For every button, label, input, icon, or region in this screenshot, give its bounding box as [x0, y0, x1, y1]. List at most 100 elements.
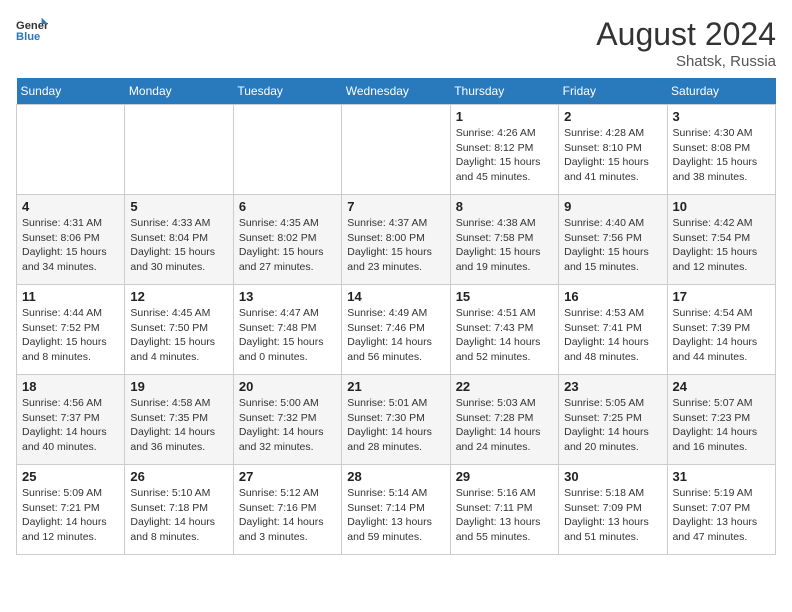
weekday-header-tuesday: Tuesday — [233, 78, 341, 105]
calendar-cell: 4 Sunrise: 4:31 AM Sunset: 8:06 PM Daylig… — [17, 195, 125, 285]
day-info: Sunrise: 4:28 AM Sunset: 8:10 PM Dayligh… — [564, 126, 661, 185]
day-info: Sunrise: 5:03 AM Sunset: 7:28 PM Dayligh… — [456, 396, 553, 455]
calendar-cell: 11 Sunrise: 4:44 AM Sunset: 7:52 PM Dayli… — [17, 285, 125, 375]
day-number: 12 — [130, 289, 227, 304]
calendar-cell — [125, 105, 233, 195]
day-info: Sunrise: 4:51 AM Sunset: 7:43 PM Dayligh… — [456, 306, 553, 365]
day-number: 26 — [130, 469, 227, 484]
calendar-cell: 26Sunrise: 5:10 AM Sunset: 7:18 PM Dayli… — [125, 465, 233, 555]
day-info: Sunrise: 4:26 AM Sunset: 8:12 PM Dayligh… — [456, 126, 553, 185]
day-info: Sunrise: 5:09 AM Sunset: 7:21 PM Dayligh… — [22, 486, 119, 545]
day-number: 11 — [22, 289, 119, 304]
day-info: Sunrise: 4:44 AM Sunset: 7:52 PM Dayligh… — [22, 306, 119, 365]
calendar-cell: 5 Sunrise: 4:33 AM Sunset: 8:04 PM Daylig… — [125, 195, 233, 285]
calendar-cell: 25 Sunrise: 5:09 AM Sunset: 7:21 PM Dayli… — [17, 465, 125, 555]
day-number: 4 — [22, 199, 119, 214]
day-info: Sunrise: 4:35 AM Sunset: 8:02 PM Dayligh… — [239, 216, 336, 275]
day-number: 1 — [456, 109, 553, 124]
day-number: 18 — [22, 379, 119, 394]
day-info: Sunrise: 4:58 AM Sunset: 7:35 PM Dayligh… — [130, 396, 227, 455]
calendar-cell — [342, 105, 450, 195]
day-number: 14 — [347, 289, 444, 304]
day-info: Sunrise: 4:38 AM Sunset: 7:58 PM Dayligh… — [456, 216, 553, 275]
day-number: 17 — [673, 289, 770, 304]
svg-text:Blue: Blue — [16, 31, 40, 43]
day-number: 19 — [130, 379, 227, 394]
day-info: Sunrise: 5:01 AM Sunset: 7:30 PM Dayligh… — [347, 396, 444, 455]
day-info: Sunrise: 5:07 AM Sunset: 7:23 PM Dayligh… — [673, 396, 770, 455]
day-info: Sunrise: 5:16 AM Sunset: 7:11 PM Dayligh… — [456, 486, 553, 545]
day-number: 30 — [564, 469, 661, 484]
weekday-header-sunday: Sunday — [17, 78, 125, 105]
day-info: Sunrise: 5:05 AM Sunset: 7:25 PM Dayligh… — [564, 396, 661, 455]
day-number: 31 — [673, 469, 770, 484]
day-info: Sunrise: 4:30 AM Sunset: 8:08 PM Dayligh… — [673, 126, 770, 185]
weekday-header-friday: Friday — [559, 78, 667, 105]
page-header: General Blue August 2024 Shatsk, Russia — [16, 16, 776, 70]
calendar-cell — [233, 105, 341, 195]
calendar-cell: 13 Sunrise: 4:47 AM Sunset: 7:48 PM Dayli… — [233, 285, 341, 375]
calendar-cell: 21 Sunrise: 5:01 AM Sunset: 7:30 PM Dayli… — [342, 375, 450, 465]
calendar-cell: 24Sunrise: 5:07 AM Sunset: 7:23 PM Dayli… — [667, 375, 775, 465]
weekday-header-saturday: Saturday — [667, 78, 775, 105]
day-number: 10 — [673, 199, 770, 214]
calendar-cell: 14 Sunrise: 4:49 AM Sunset: 7:46 PM Dayli… — [342, 285, 450, 375]
calendar-cell: 20 Sunrise: 5:00 AM Sunset: 7:32 PM Dayli… — [233, 375, 341, 465]
calendar-cell: 12 Sunrise: 4:45 AM Sunset: 7:50 PM Dayli… — [125, 285, 233, 375]
day-number: 13 — [239, 289, 336, 304]
day-number: 20 — [239, 379, 336, 394]
day-number: 3 — [673, 109, 770, 124]
day-info: Sunrise: 4:45 AM Sunset: 7:50 PM Dayligh… — [130, 306, 227, 365]
calendar-cell: 17Sunrise: 4:54 AM Sunset: 7:39 PM Dayli… — [667, 285, 775, 375]
week-row-5: 25 Sunrise: 5:09 AM Sunset: 7:21 PM Dayli… — [17, 465, 776, 555]
logo-icon: General Blue — [16, 16, 48, 44]
calendar-cell: 16 Sunrise: 4:53 AM Sunset: 7:41 PM Dayli… — [559, 285, 667, 375]
calendar-cell: 29 Sunrise: 5:16 AM Sunset: 7:11 PM Dayli… — [450, 465, 558, 555]
logo: General Blue — [16, 16, 48, 44]
calendar-cell: 10 Sunrise: 4:42 AM Sunset: 7:54 PM Dayli… — [667, 195, 775, 285]
weekday-header-monday: Monday — [125, 78, 233, 105]
day-info: Sunrise: 5:00 AM Sunset: 7:32 PM Dayligh… — [239, 396, 336, 455]
day-info: Sunrise: 5:18 AM Sunset: 7:09 PM Dayligh… — [564, 486, 661, 545]
day-number: 27 — [239, 469, 336, 484]
day-number: 9 — [564, 199, 661, 214]
day-info: Sunrise: 4:37 AM Sunset: 8:00 PM Dayligh… — [347, 216, 444, 275]
calendar-cell: 27Sunrise: 5:12 AM Sunset: 7:16 PM Dayli… — [233, 465, 341, 555]
day-number: 29 — [456, 469, 553, 484]
week-row-2: 4 Sunrise: 4:31 AM Sunset: 8:06 PM Daylig… — [17, 195, 776, 285]
calendar-cell: 22 Sunrise: 5:03 AM Sunset: 7:28 PM Dayli… — [450, 375, 558, 465]
weekday-header-wednesday: Wednesday — [342, 78, 450, 105]
day-number: 23 — [564, 379, 661, 394]
day-number: 7 — [347, 199, 444, 214]
location: Shatsk, Russia — [596, 53, 776, 70]
calendar-cell: 28Sunrise: 5:14 AM Sunset: 7:14 PM Dayli… — [342, 465, 450, 555]
day-info: Sunrise: 4:33 AM Sunset: 8:04 PM Dayligh… — [130, 216, 227, 275]
calendar-cell: 23 Sunrise: 5:05 AM Sunset: 7:25 PM Dayli… — [559, 375, 667, 465]
day-info: Sunrise: 4:56 AM Sunset: 7:37 PM Dayligh… — [22, 396, 119, 455]
calendar-cell: 30 Sunrise: 5:18 AM Sunset: 7:09 PM Dayli… — [559, 465, 667, 555]
day-number: 16 — [564, 289, 661, 304]
day-info: Sunrise: 4:31 AM Sunset: 8:06 PM Dayligh… — [22, 216, 119, 275]
calendar-cell — [17, 105, 125, 195]
day-number: 5 — [130, 199, 227, 214]
calendar-cell: 31 Sunrise: 5:19 AM Sunset: 7:07 PM Dayli… — [667, 465, 775, 555]
calendar-cell: 7 Sunrise: 4:37 AM Sunset: 8:00 PM Daylig… — [342, 195, 450, 285]
calendar-cell: 2 Sunrise: 4:28 AM Sunset: 8:10 PM Daylig… — [559, 105, 667, 195]
day-number: 15 — [456, 289, 553, 304]
day-number: 2 — [564, 109, 661, 124]
day-info: Sunrise: 4:42 AM Sunset: 7:54 PM Dayligh… — [673, 216, 770, 275]
day-info: Sunrise: 4:47 AM Sunset: 7:48 PM Dayligh… — [239, 306, 336, 365]
calendar-cell: 19 Sunrise: 4:58 AM Sunset: 7:35 PM Dayli… — [125, 375, 233, 465]
calendar-cell: 3 Sunrise: 4:30 AM Sunset: 8:08 PM Daylig… — [667, 105, 775, 195]
day-number: 22 — [456, 379, 553, 394]
week-row-3: 11 Sunrise: 4:44 AM Sunset: 7:52 PM Dayli… — [17, 285, 776, 375]
day-number: 6 — [239, 199, 336, 214]
day-number: 25 — [22, 469, 119, 484]
calendar-cell: 9Sunrise: 4:40 AM Sunset: 7:56 PM Daylig… — [559, 195, 667, 285]
day-info: Sunrise: 5:19 AM Sunset: 7:07 PM Dayligh… — [673, 486, 770, 545]
day-info: Sunrise: 4:49 AM Sunset: 7:46 PM Dayligh… — [347, 306, 444, 365]
day-info: Sunrise: 5:14 AM Sunset: 7:14 PM Dayligh… — [347, 486, 444, 545]
day-info: Sunrise: 4:53 AM Sunset: 7:41 PM Dayligh… — [564, 306, 661, 365]
day-number: 21 — [347, 379, 444, 394]
calendar-cell: 1 Sunrise: 4:26 AM Sunset: 8:12 PM Daylig… — [450, 105, 558, 195]
